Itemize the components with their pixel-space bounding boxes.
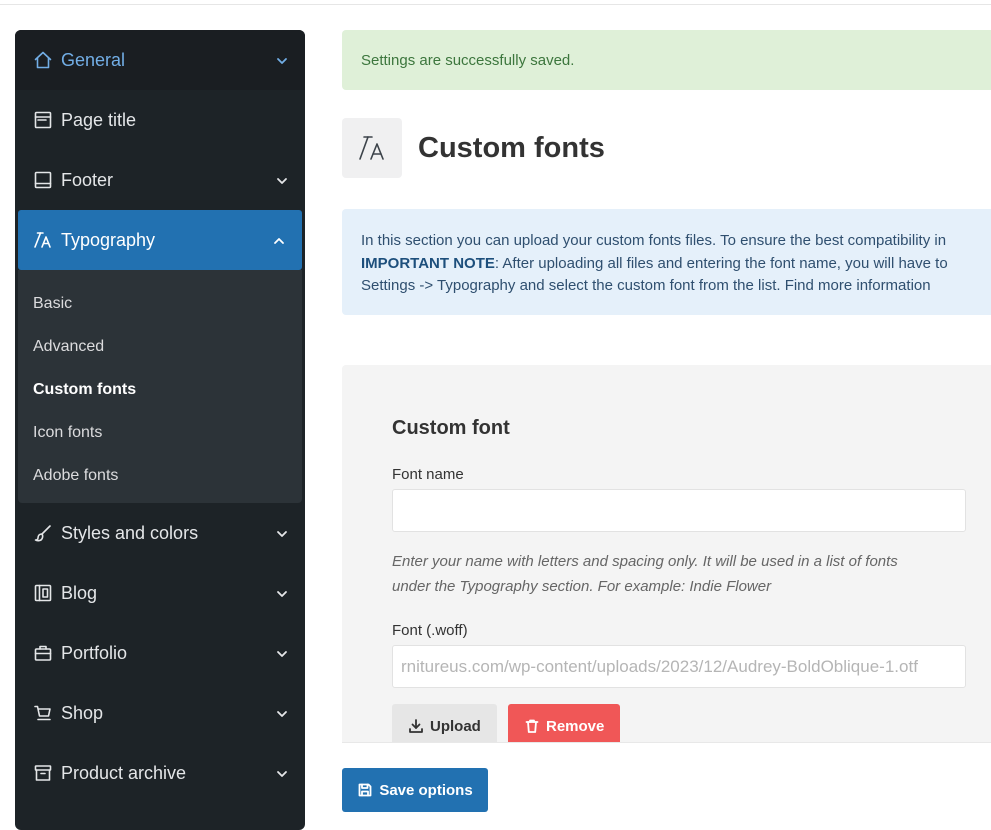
chevron-down-icon (275, 645, 289, 659)
cart-icon (33, 703, 53, 723)
top-divider (0, 4, 991, 5)
upload-button[interactable]: Upload (392, 704, 497, 743)
archive-icon (33, 763, 53, 783)
sidebar-item-typography[interactable]: Typography (18, 210, 302, 270)
sidebar-item-product-archive[interactable]: Product archive (15, 743, 305, 803)
remove-button[interactable]: Remove (508, 704, 621, 743)
sidebar-item-label: Product archive (61, 762, 187, 783)
important-note-label: IMPORTANT NOTE (361, 254, 495, 272)
sidebar-item-label: Portfolio (61, 642, 128, 663)
font-woff-input[interactable] (392, 645, 966, 688)
footer-divider (342, 742, 991, 743)
footer-icon (33, 170, 53, 190)
settings-sidebar: General Page title Footer Typography Bas… (15, 30, 305, 830)
sidebar-item-portfolio[interactable]: Portfolio (15, 623, 305, 683)
sidebar-sub-item-basic[interactable]: Basic (18, 282, 302, 325)
sidebar-item-label: Shop (61, 702, 104, 723)
sidebar-item-general[interactable]: General (15, 30, 305, 90)
font-name-label: Font name (392, 466, 464, 483)
chevron-down-icon (275, 525, 289, 539)
sidebar-item-label: General (61, 49, 126, 70)
save-icon (358, 783, 372, 797)
font-woff-label: Font (.woff) (392, 622, 468, 639)
page-header: Custom fonts (342, 118, 605, 178)
info-line-2: IMPORTANT NOTE: After uploading all file… (361, 254, 948, 272)
typography-icon (342, 118, 402, 178)
sidebar-item-footer[interactable]: Footer (15, 150, 305, 210)
info-notice: In this section you can upload your cust… (342, 209, 991, 315)
save-options-button[interactable]: Save options (342, 768, 488, 812)
chevron-down-icon (275, 585, 289, 599)
sidebar-item-blog[interactable]: Blog (15, 563, 305, 623)
chevron-down-icon (275, 52, 289, 66)
sidebar-sub-item-custom-fonts[interactable]: Custom fonts (18, 368, 302, 411)
success-alert: Settings are successfully saved. (342, 30, 991, 90)
info-line-3: Settings -> Typography and select the cu… (361, 277, 931, 294)
blog-icon (33, 583, 53, 603)
sidebar-item-label: Typography (61, 229, 156, 250)
sidebar-sub-item-icon-fonts[interactable]: Icon fonts (18, 411, 302, 454)
sidebar-item-label: Footer (61, 169, 114, 190)
success-alert-text: Settings are successfully saved. (361, 51, 575, 69)
trash-icon (525, 719, 539, 733)
briefcase-icon (33, 643, 53, 663)
sidebar-sub-item-advanced[interactable]: Advanced (18, 325, 302, 368)
chevron-down-icon (275, 705, 289, 719)
info-line-1: In this section you can upload your cust… (361, 232, 947, 249)
sidebar-item-label: Page title (61, 109, 137, 130)
typography-icon (33, 230, 53, 250)
sidebar-item-label: Blog (61, 582, 98, 603)
download-icon (409, 719, 423, 733)
font-name-input[interactable] (392, 489, 966, 532)
chevron-down-icon (275, 765, 289, 779)
sidebar-item-styles-and-colors[interactable]: Styles and colors (15, 503, 305, 563)
custom-font-card: Custom font Font name Enter your name wi… (342, 365, 991, 743)
page-title: Custom fonts (418, 131, 605, 164)
page-title-icon (33, 110, 53, 130)
sidebar-sub-item-adobe-fonts[interactable]: Adobe fonts (18, 454, 302, 497)
brush-icon (33, 523, 53, 543)
typography-submenu: Basic Advanced Custom fonts Icon fonts A… (18, 270, 302, 503)
chevron-up-icon (272, 232, 286, 246)
card-title: Custom font (392, 417, 510, 439)
chevron-down-icon (275, 172, 289, 186)
font-name-help: Enter your name with letters and spacing… (392, 553, 898, 595)
sidebar-item-label: Styles and colors (61, 522, 199, 543)
sidebar-item-page-title[interactable]: Page title (15, 90, 305, 150)
sidebar-item-shop[interactable]: Shop (15, 683, 305, 743)
home-icon (33, 50, 53, 70)
